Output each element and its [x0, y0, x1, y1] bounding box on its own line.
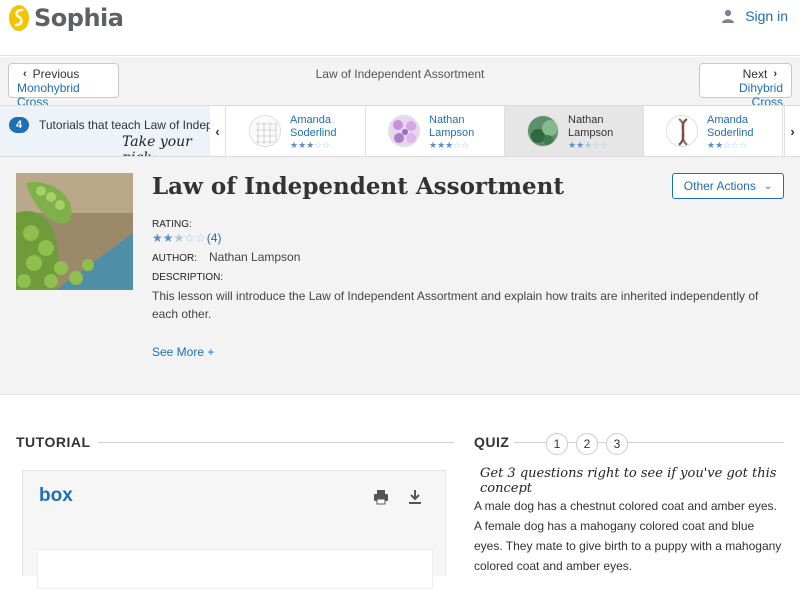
quiz-step-2[interactable]: 2 [576, 433, 598, 455]
tutorial-thumbnail [527, 115, 559, 147]
chevron-right-icon: › [773, 68, 777, 80]
rating-label: RATING: [152, 219, 192, 230]
star-rating: ★★★☆☆ [152, 231, 206, 245]
tutorial-heading: TUTORIAL [16, 434, 91, 450]
carousel-next-button[interactable]: › [784, 106, 800, 156]
current-lesson-title: Law of Independent Assortment [315, 67, 485, 81]
next-label: Next [742, 67, 768, 81]
box-logo: box [39, 485, 73, 506]
tutorials-header: 4 Tutorials that teach Law of Independen… [0, 106, 210, 156]
sign-in-link[interactable]: Sign in [721, 8, 788, 24]
tutorial-author: Amanda Soderlind [290, 114, 337, 139]
author-name: Nathan Lampson [209, 250, 301, 264]
tutorial-thumbnail [666, 115, 698, 147]
lesson-image [16, 173, 133, 290]
tutorial-card[interactable]: Nathan Lampson ★★★☆☆ [366, 106, 505, 156]
tutorial-divider [98, 442, 454, 443]
brand-name: Sophia [34, 4, 124, 32]
author-label: AUTHOR: [152, 253, 197, 264]
tutorial-author: Amanda Soderlind [707, 114, 754, 139]
quiz-step-3[interactable]: 3 [606, 433, 628, 455]
other-actions-button[interactable]: Other Actions ⌄ [672, 173, 784, 199]
chevron-down-icon: ⌄ [763, 180, 773, 192]
tutorial-card[interactable]: Amanda Soderlind ★★☆☆☆ [644, 106, 783, 156]
lesson-rating: ★★★☆☆ (4) [152, 231, 221, 245]
download-icon[interactable] [407, 489, 423, 505]
tutorial-card[interactable]: Amanda Soderlind ★★★☆☆ [227, 106, 366, 156]
take-your-pick-label: Take your pick: [122, 134, 192, 156]
quiz-heading: QUIZ [474, 434, 510, 450]
star-rating: ★★★☆☆ [429, 140, 470, 150]
lesson-panel: Law of Independent Assortment Other Acti… [0, 157, 800, 395]
description-label: DESCRIPTION: [152, 272, 224, 283]
tutorial-author: Nathan Lampson [568, 114, 614, 139]
chevron-right-icon: › [790, 123, 795, 139]
quiz-subtitle: Get 3 questions right to see if you've g… [480, 466, 777, 496]
lesson-navigation: ‹ Previous Monohybrid Cross Law of Indepe… [0, 57, 800, 109]
author-row: AUTHOR: Nathan Lampson [152, 250, 300, 264]
print-icon[interactable] [373, 489, 389, 505]
user-icon [722, 9, 735, 23]
lesson-description: This lesson will introduce the Law of In… [152, 289, 759, 321]
sophia-logo[interactable]: Sophia [8, 2, 124, 34]
tutorial-thumbnail [249, 115, 281, 147]
sophia-logo-icon [9, 5, 29, 31]
next-lesson-button[interactable]: Next › Dihybrid Cross [699, 63, 792, 109]
see-more-link[interactable]: See More + [152, 345, 214, 359]
sign-in-label: Sign in [745, 8, 788, 24]
star-rating: ★★☆☆☆ [707, 140, 748, 150]
other-actions-label: Other Actions [683, 179, 756, 193]
carousel-prev-button[interactable]: ‹ [210, 106, 226, 156]
tutorials-strip: 4 Tutorials that teach Law of Independen… [0, 105, 800, 157]
tutorial-author: Nathan Lampson [429, 114, 475, 139]
quiz-question: A male dog has a chestnut colored coat a… [474, 499, 782, 573]
quiz-step-1[interactable]: 1 [546, 433, 568, 455]
chevron-left-icon: ‹ [215, 123, 220, 139]
document-page[interactable] [37, 549, 433, 589]
rating-count[interactable]: (4) [207, 231, 222, 245]
star-rating: ★★★☆☆ [290, 140, 331, 150]
star-rating: ★★★☆☆ [568, 140, 609, 150]
lesson-title: Law of Independent Assortment [152, 173, 564, 200]
document-viewer: box [22, 470, 446, 589]
tutorials-label: Tutorials that teach Law of Independent … [39, 118, 210, 132]
tutorial-card-active[interactable]: Nathan Lampson ★★★☆☆ [505, 106, 644, 156]
site-header: Sophia Sign in [0, 0, 800, 56]
tutorial-count-badge: 4 [9, 117, 29, 133]
tutorial-thumbnail [388, 115, 420, 147]
